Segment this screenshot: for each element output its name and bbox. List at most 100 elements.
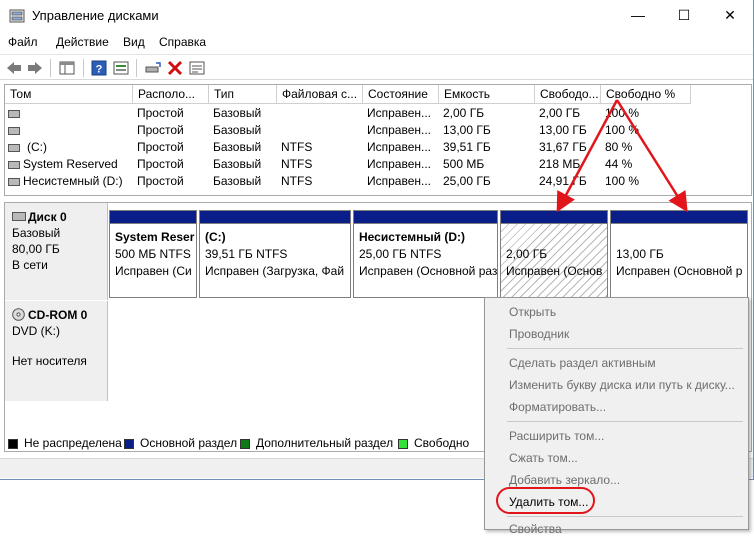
partition-status: Исправен (Си [115,264,192,278]
partition-size: 2,00 ГБ [506,247,548,261]
console-tree-icon[interactable] [58,59,76,77]
partition-title [616,229,747,246]
legend-swatch-unallocated [8,439,18,449]
volume-layout: Простой [137,106,184,120]
volume-name: System Reserved [23,157,118,171]
volume-type: Базовый [213,157,262,171]
column-header-free-percent[interactable]: Свободно % [601,85,691,104]
menu-separator [507,421,743,422]
toolbar: ? [0,54,753,80]
list-view-icon[interactable] [188,59,206,77]
legend-label: Не распределена [24,436,122,450]
volume-free-percent: 100 % [605,174,640,188]
column-header-free[interactable]: Свободо... [535,85,601,104]
delete-icon[interactable] [166,59,184,77]
menu-item-format[interactable]: Форматировать... [509,400,606,414]
partition-size: 13,00 ГБ [616,247,664,261]
cdrom-0-name: CD-ROM 0 [28,308,88,322]
partition-status: Исправен (Основ [506,264,603,278]
partition-d[interactable]: Несистемный (D:) 25,00 ГБ NTFS Исправен … [353,210,498,298]
legend-label: Свободно [414,436,470,450]
volume-status: Исправен... [367,140,432,154]
disk-management-icon [9,9,25,23]
column-header-filesystem[interactable]: Файловая с... [277,85,363,104]
volume-type: Базовый [213,140,262,154]
disk-0-label[interactable]: Диск 0 Базовый 80,00 ГБ В сети [5,203,108,300]
cdrom-0-type: DVD (K:) [12,324,60,338]
volume-layout: Простой [137,174,184,188]
volume-type: Базовый [213,174,262,188]
volume-layout: Простой [137,157,184,171]
column-header-capacity[interactable]: Емкость [439,85,535,104]
partition-system-reserved[interactable]: System Reser 500 МБ NTFS Исправен (Си [109,210,197,298]
partition-status: Исправен (Основной р [616,264,743,278]
legend: Не распределена Основной раздел Дополнит… [4,434,484,454]
menu-action[interactable]: Действие [56,35,109,49]
menu-separator [507,516,743,517]
close-button[interactable]: ✕ [707,0,753,31]
partition-13gb[interactable]: 13,00 ГБ Исправен (Основной р [610,210,748,298]
menu-file[interactable]: Файл [8,35,38,49]
disk-0-state: В сети [12,258,48,272]
volume-filesystem: NTFS [281,174,313,188]
partition-status: Исправен (Загрузка, Фай [205,264,345,278]
column-header-layout[interactable]: Располо... [133,85,209,104]
column-header-type[interactable]: Тип [209,85,277,104]
partition-c[interactable]: (C:) 39,51 ГБ NTFS Исправен (Загрузка, Ф… [199,210,351,298]
column-header-status[interactable]: Состояние [363,85,439,104]
menu-item-shrink[interactable]: Сжать том... [509,451,578,465]
back-arrow-icon[interactable] [5,59,23,77]
menu-item-properties[interactable]: Свойства [509,522,562,536]
maximize-button[interactable]: ☐ [661,0,707,31]
menu-item-explorer[interactable]: Проводник [509,327,569,341]
legend-label: Основной раздел [140,436,238,450]
volume-capacity: 2,00 ГБ [443,106,485,120]
volume-icon [8,110,20,118]
menu-item-mark-active[interactable]: Сделать раздел активным [509,356,656,370]
partition-title: Несистемный (D:) [359,230,466,244]
properties-icon[interactable] [112,59,130,77]
volume-icon [8,127,20,135]
volume-capacity: 25,00 ГБ [443,174,491,188]
menu-view[interactable]: Вид [123,35,145,49]
partition-status: Исправен (Основной раз [359,264,497,278]
forward-arrow-icon[interactable] [26,59,44,77]
partition-color-bar [611,211,747,224]
menu-item-change-letter[interactable]: Изменить букву диска или путь к диску... [509,378,735,392]
volume-name [23,122,133,139]
menu-item-extend[interactable]: Расширить том... [509,429,604,443]
disk-0-name: Диск 0 [28,210,67,224]
cdrom-0-state: Нет носителя [12,354,87,368]
partition-color-bar [501,211,607,224]
menu-item-open[interactable]: Открыть [509,305,556,319]
partition-2gb-selected[interactable]: 2,00 ГБ Исправен (Основ [500,210,608,298]
volume-list: Том Располо... Тип Файловая с... Состоян… [4,84,752,196]
help-icon[interactable]: ? [90,59,108,77]
menu-help[interactable]: Справка [159,35,206,49]
volume-type: Базовый [213,123,262,137]
volume-free-percent: 80 % [605,140,633,154]
disk-icon [12,212,26,221]
disk-0-size: 80,00 ГБ [12,242,60,256]
menu-separator [507,348,743,349]
partition-color-bar [200,211,350,224]
volume-name [23,105,133,122]
connect-disk-icon[interactable] [144,59,162,77]
toolbar-separator [83,59,84,77]
menu-item-add-mirror[interactable]: Добавить зеркало... [509,473,620,487]
toolbar-separator [50,59,51,77]
volume-free: 24,91 ГБ [539,174,587,188]
partition-color-bar [354,211,497,224]
volume-free: 218 МБ [539,157,581,171]
volume-status: Исправен... [367,106,432,120]
volume-filesystem: NTFS [281,157,313,171]
cdrom-0-label[interactable]: CD-ROM 0 DVD (K:) Нет носителя [5,301,108,401]
minimize-button[interactable]: — [615,0,661,31]
volume-status: Исправен... [367,174,432,188]
volume-free: 13,00 ГБ [539,123,587,137]
volume-icon [8,144,20,152]
column-header-volume[interactable]: Том [5,85,133,104]
volume-layout: Простой [137,123,184,137]
highlight-circle [496,487,595,514]
window-title: Управление дисками [32,8,159,23]
